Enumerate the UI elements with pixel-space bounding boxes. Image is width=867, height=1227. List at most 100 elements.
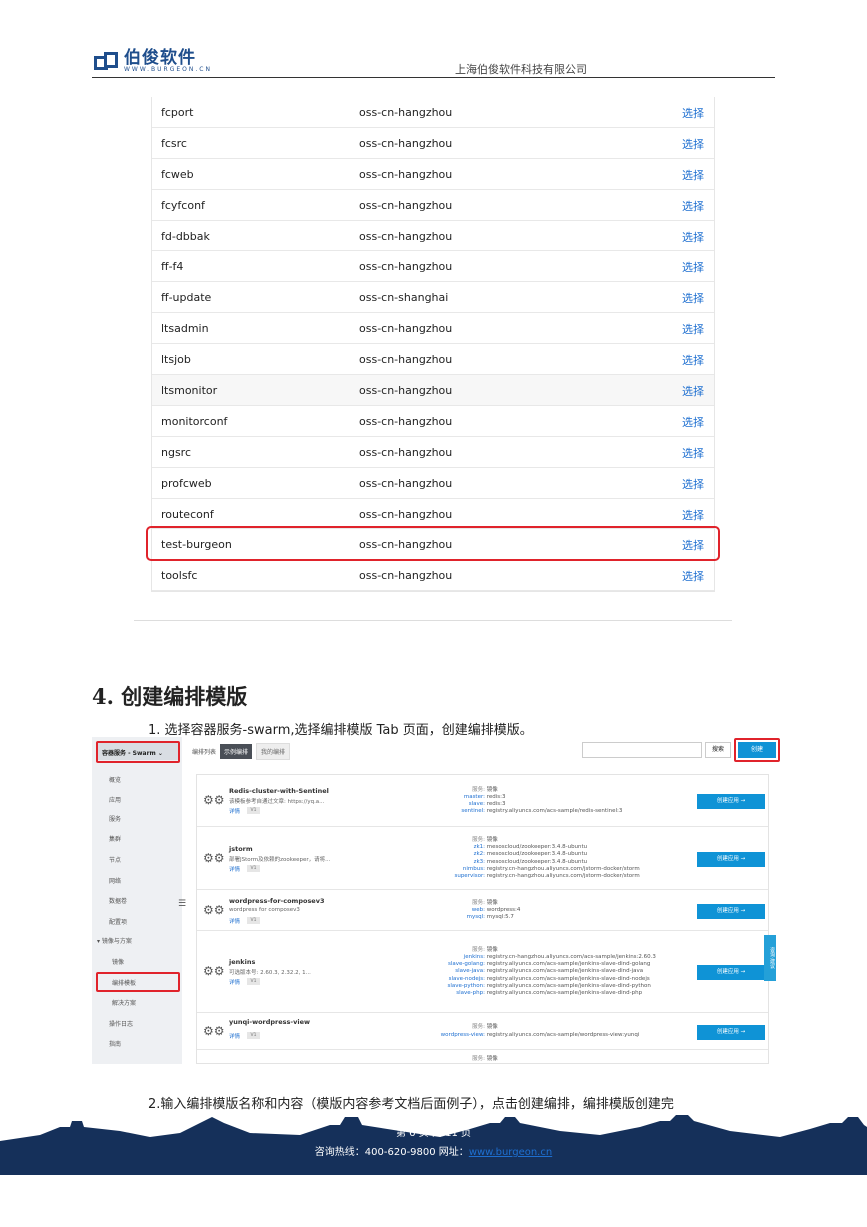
bucket-region: oss-cn-hangzhou [359,569,453,583]
sidebar-item[interactable]: ▾ 镜像与方案 [97,936,132,945]
service-image: redis:3 [486,793,506,800]
sidebar-item[interactable]: 操作日志 [109,1019,133,1028]
sidebar-item[interactable]: 概览 [109,775,121,784]
select-link[interactable]: 选择 [682,229,704,245]
service-key: slave-python: [447,982,485,989]
service-image: registry.cn-hangzhou.aliyuncs.com/jstorm… [486,872,640,879]
select-link[interactable]: 选择 [682,476,704,492]
bucket-row: ff-update oss-cn-shanghai 选择 [152,282,714,314]
service-image: 镜像 [486,899,498,906]
bucket-name: fcport [161,106,194,119]
tabs-label: 编排列表 [192,749,217,756]
sidebar-item[interactable]: 数据卷 [109,896,127,905]
create-app-button[interactable]: 创建应用 → [697,903,765,919]
service-key: zk2: [473,851,485,858]
bucket-row: ltsjob oss-cn-hangzhou 选择 [152,344,714,376]
service-image: 镜像 [486,1024,498,1031]
service-key: zk3: [473,858,485,865]
template-name: jenkins [229,958,256,966]
bucket-region: oss-cn-hangzhou [359,322,453,336]
template-details-link[interactable]: 详情 [229,917,240,925]
bucket-name: fcyfconf [161,198,205,212]
service-line: 服务: 镜像 [417,1024,639,1031]
service-key: supervisor: [454,872,485,879]
template-details-link[interactable]: 详情 [229,865,240,873]
select-link[interactable]: 选择 [682,445,704,461]
service-key: slave-golang: [448,961,485,968]
bucket-row: fcport oss-cn-hangzhou 选择 [152,97,714,128]
service-image: registry.aliyuncs.com/acs-sample/jenkins… [486,961,651,968]
select-link[interactable]: 选择 [682,507,704,523]
tab-my-templates[interactable]: 我的编排 [256,743,291,760]
service-image: registry.aliyuncs.com/acs-sample/jenkins… [486,968,644,975]
create-app-button[interactable]: 创建应用 → [697,794,765,809]
select-link[interactable]: 选择 [682,321,704,337]
select-link[interactable]: 选择 [682,198,704,214]
service-key: 服务: [472,836,485,843]
create-app-button[interactable]: 创建应用 → [697,851,765,867]
bucket-region: oss-cn-hangzhou [359,507,453,521]
sidebar-item[interactable]: 集群 [109,834,121,843]
bucket-name: routeconf [161,507,214,521]
bucket-row: fcyfconf oss-cn-hangzhou 选择 [152,190,714,221]
service-line: slave-nodejs: registry.aliyuncs.com/acs-… [417,976,656,983]
select-link[interactable]: 选择 [682,136,704,152]
template-tabs: 编排列表 示例编排 我的编排 [192,743,291,760]
bucket-region: oss-cn-hangzhou [359,229,453,243]
template-details-link[interactable]: 详情 [229,1032,240,1040]
create-app-button[interactable]: 创建应用 → [697,965,765,980]
service-line: 服务: 镜像 [417,1056,498,1063]
website-link[interactable]: www.burgeon.cn [469,1147,552,1158]
sidebar-item[interactable]: 解决方案 [112,998,136,1007]
step-1-text: 1. 选择容器服务-swarm,选择编排模版 Tab 页面，创建编排模版。 [148,723,533,738]
search-button[interactable]: 搜索 [705,742,731,758]
service-line: slave-php: registry.aliyuncs.com/acs-sam… [417,990,656,997]
search-input[interactable] [582,742,702,758]
template-services: 服务: 镜像 zk1: mesoscloud/zookeeper:3.4.8-ub… [417,837,640,880]
select-link[interactable]: 选择 [682,259,704,275]
template-card: ⚙⚙ jstorm 部署JStorm及依赖的zookeeper，请将... 详情 V1 创… [197,827,768,890]
sidebar-item[interactable]: 节点 [109,855,121,864]
service-line: 服务: 镜像 [417,837,640,844]
service-line: zk2: mesoscloud/zookeeper:3.4.8-ubuntu [417,851,640,858]
service-key: slave-nodejs: [448,975,485,982]
template-details-link[interactable]: 详情 [229,978,240,986]
bucket-name: ltsjob [161,353,191,367]
template-version-tag: V1 [247,1031,260,1039]
template-description: 该模板参考自通过文章: https://yq.a... [229,799,325,805]
select-link[interactable]: 选择 [682,105,704,121]
bucket-region: oss-cn-hangzhou [359,353,453,367]
service-key: mysql: [466,914,485,921]
service-line: sentinel: registry.aliyuncs.com/acs-samp… [417,808,622,815]
sidebar-item[interactable]: 镜像 [112,957,124,966]
menu-toggle-icon[interactable]: ☰ [178,899,186,909]
gears-icon: ⚙⚙ [203,1023,225,1038]
select-link[interactable]: 选择 [682,383,704,399]
bucket-region: oss-cn-hangzhou [359,260,453,274]
service-key: nimbus: [462,865,485,872]
sidebar-item[interactable]: 应用 [109,795,121,804]
feedback-tab[interactable]: 咨询·建议 [764,935,776,981]
sidebar-item[interactable]: 网络 [109,876,121,885]
logo-mark-icon [92,50,124,74]
template-details-link[interactable]: 详情 [229,807,240,815]
divider [134,620,732,621]
select-link[interactable]: 选择 [682,414,704,430]
sidebar-item[interactable]: 服务 [109,814,121,823]
sidebar-item[interactable]: 配置项 [109,917,127,926]
sidebar-item[interactable]: 指南 [109,1039,121,1048]
create-app-button[interactable]: 创建应用 → [697,1024,765,1040]
bucket-name: fcsrc [161,136,187,150]
logo-text: 伯俊软件 [124,48,196,68]
service-key: 服务: [472,946,485,953]
service-line: slave-python: registry.aliyuncs.com/acs-… [417,983,656,990]
select-link[interactable]: 选择 [682,167,704,183]
select-link[interactable]: 选择 [682,352,704,368]
service-key: jenkins: [463,954,485,960]
service-line: 服务: 镜像 [417,787,622,794]
service-line: jenkins: registry.cn-hangzhou.aliyuncs.c… [417,954,656,961]
select-link[interactable]: 选择 [682,290,704,306]
tab-sample-templates[interactable]: 示例编排 [220,744,253,759]
template-card: ⚙⚙ yunqi-wordpress-view 详情 V1 创建应用 → 服务: 镜像 wo… [197,1013,768,1050]
select-link[interactable]: 选择 [682,568,704,584]
